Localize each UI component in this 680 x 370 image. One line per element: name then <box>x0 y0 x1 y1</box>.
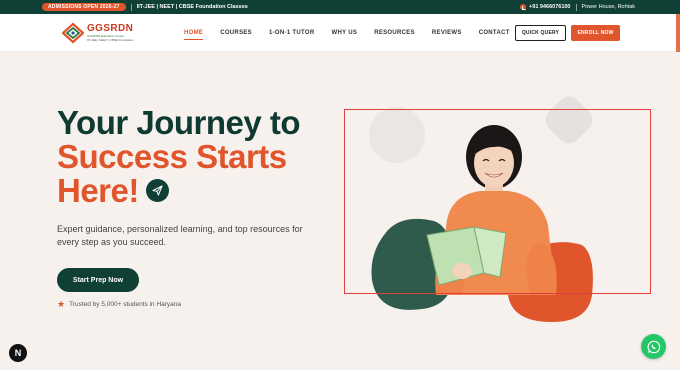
nav-why-us[interactable]: WHY US <box>331 30 357 36</box>
top-announcement-bar: ADMISSIONS OPEN 2026-27 IIT-JEE | NEET |… <box>0 0 680 14</box>
hero-image <box>344 95 656 330</box>
nav-resources[interactable]: RESOURCES <box>374 30 415 36</box>
logo-tagline: IIT-JEE | NEET | CBSE Foundation <box>87 38 134 42</box>
nav-home[interactable]: HOME <box>184 30 204 40</box>
paper-plane-icon <box>146 179 169 202</box>
nav-courses[interactable]: COURSES <box>220 30 252 36</box>
phone-number: +91 9466076100 <box>529 4 571 10</box>
nav-one-on-one-tutor[interactable]: 1-ON-1 TUTOR <box>269 30 315 36</box>
hero-description: Expert guidance, personalized learning, … <box>57 224 303 247</box>
enroll-now-button[interactable]: ENROLL NOW <box>571 25 620 41</box>
site-logo[interactable]: GGSRDN GGSRDN Education Centre IIT-JEE |… <box>61 21 134 45</box>
logo-mark-icon <box>61 22 85 44</box>
start-prep-button[interactable]: Start Prep Now <box>57 268 139 292</box>
scroll-indicator[interactable] <box>676 14 680 52</box>
primary-menu: HOME COURSES 1-ON-1 TUTOR WHY US RESOURC… <box>184 14 527 52</box>
logo-name: GGSRDN <box>87 23 134 34</box>
topbar-divider <box>575 3 577 11</box>
topbar-courses-text: IIT-JEE | NEET | CBSE Foundation Classes <box>136 4 248 10</box>
phone-icon <box>520 4 527 10</box>
trusted-text: Trusted by 5,000+ students in Haryana <box>69 301 182 308</box>
star-icon: ★ <box>57 299 66 309</box>
admissions-badge[interactable]: ADMISSIONS OPEN 2026-27 <box>42 3 126 11</box>
whatsapp-button[interactable] <box>641 334 666 359</box>
topbar-phone-link[interactable]: +91 9466076100 <box>520 4 571 10</box>
whatsapp-icon <box>647 340 660 353</box>
nav-reviews[interactable]: REVIEWS <box>432 30 462 36</box>
main-navbar: GGSRDN GGSRDN Education Centre IIT-JEE |… <box>0 14 680 52</box>
hero-headline-line1: Your Journey to <box>57 104 301 141</box>
next-dev-badge[interactable]: N <box>9 344 27 362</box>
quick-query-button[interactable]: QUICK QUERY <box>515 25 566 41</box>
logo-text: GGSRDN GGSRDN Education Centre IIT-JEE |… <box>87 23 134 43</box>
topbar-divider <box>130 3 132 11</box>
hero-headline: Your Journey to Success Starts Here! <box>57 106 337 208</box>
hero-headline-line3: Here! <box>57 172 139 209</box>
topbar-contact: +91 9466076100 Power House, Rohtak <box>520 3 636 11</box>
nav-contact[interactable]: CONTACT <box>479 30 510 36</box>
hero-headline-line2: Success Starts <box>57 138 287 175</box>
trusted-note: ★ Trusted by 5,000+ students in Haryana <box>57 300 181 309</box>
topbar-location: Power House, Rohtak <box>581 4 636 10</box>
